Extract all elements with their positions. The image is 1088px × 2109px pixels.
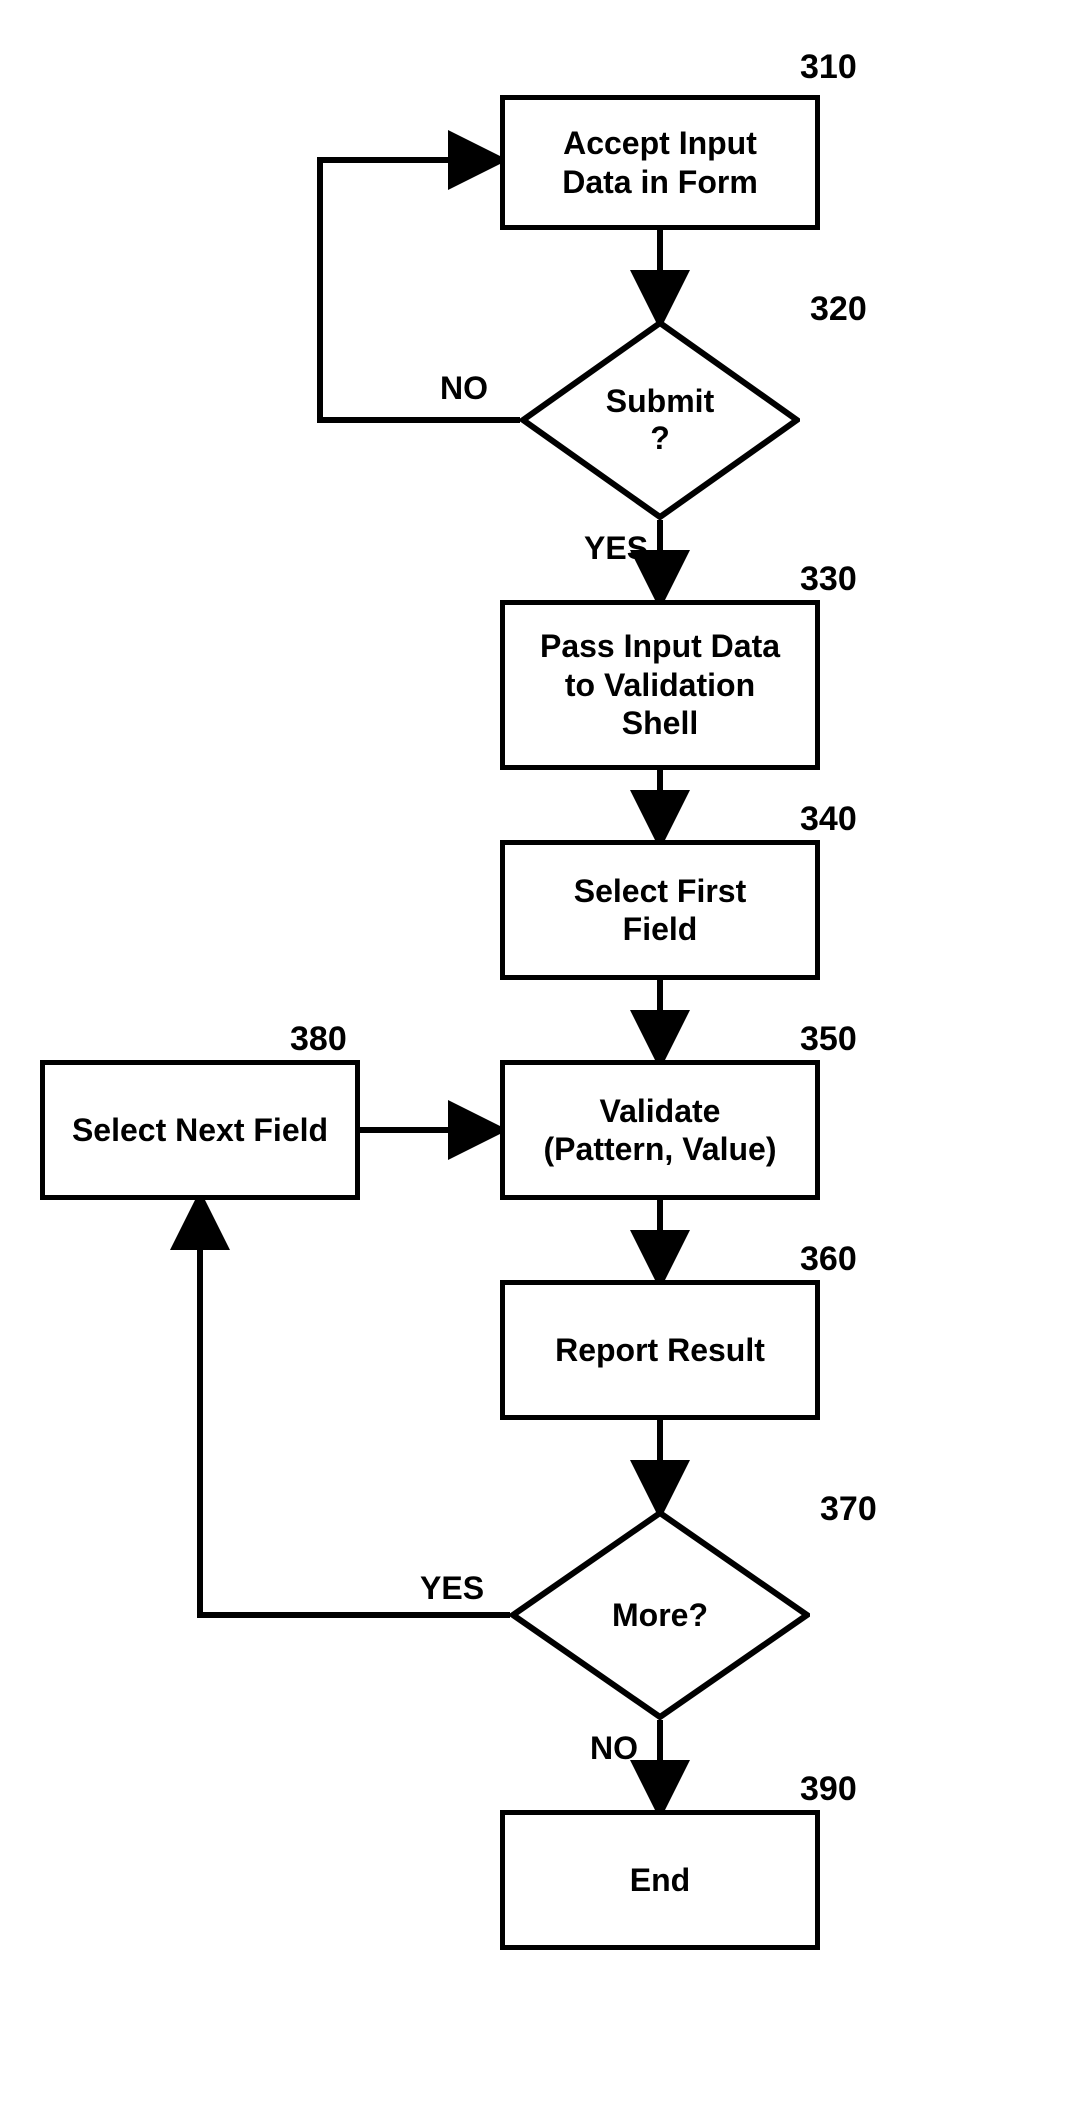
node-320-label: Submit? [606, 383, 714, 457]
node-390-label: End [630, 1861, 690, 1899]
node-380-label: Select Next Field [72, 1111, 328, 1149]
node-390-number: 390 [800, 1770, 857, 1809]
node-360: Report Result [500, 1280, 820, 1420]
node-330-number: 330 [800, 560, 857, 599]
node-340-number: 340 [800, 800, 857, 839]
node-360-number: 360 [800, 1240, 857, 1279]
node-310-number: 310 [800, 48, 857, 87]
node-340-label: Select FirstField [574, 872, 747, 949]
node-360-label: Report Result [555, 1331, 765, 1369]
node-340: Select FirstField [500, 840, 820, 980]
edge-370-yes-label: YES [420, 1570, 484, 1607]
edge-320-yes-label: YES [584, 530, 648, 567]
node-310: Accept InputData in Form [500, 95, 820, 230]
edges-layer [0, 0, 1088, 2109]
node-310-label: Accept InputData in Form [562, 124, 758, 201]
node-350-label: Validate(Pattern, Value) [544, 1092, 777, 1169]
node-370-number: 370 [820, 1490, 877, 1529]
node-320-number: 320 [810, 290, 867, 329]
node-330-label: Pass Input Datato ValidationShell [540, 627, 780, 742]
flowchart-canvas: 310 Accept InputData in Form 320 Submit?… [0, 0, 1088, 2109]
node-330: Pass Input Datato ValidationShell [500, 600, 820, 770]
edge-370-no-label: NO [590, 1730, 638, 1767]
node-350-number: 350 [800, 1020, 857, 1059]
edge-320-no-label: NO [440, 370, 488, 407]
node-380: Select Next Field [40, 1060, 360, 1200]
node-370-label: More? [612, 1597, 708, 1634]
node-380-number: 380 [290, 1020, 347, 1059]
node-350: Validate(Pattern, Value) [500, 1060, 820, 1200]
node-390: End [500, 1810, 820, 1950]
node-370: More? [510, 1510, 810, 1720]
node-320: Submit? [520, 320, 800, 520]
